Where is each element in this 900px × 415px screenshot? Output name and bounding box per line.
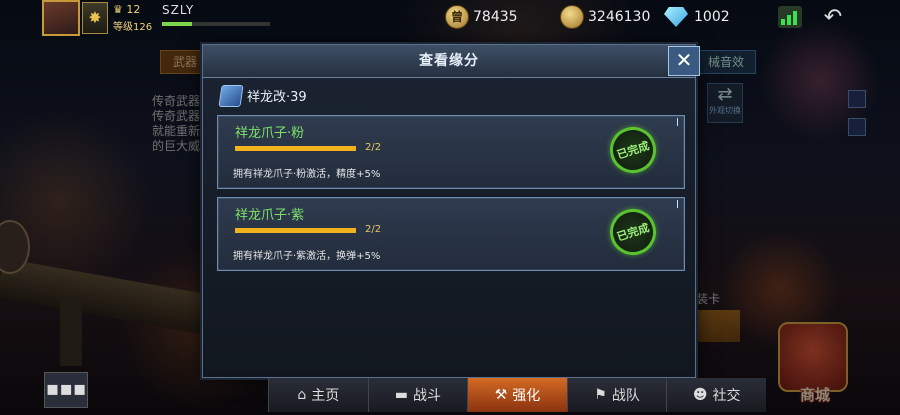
home-icon: ⌂ xyxy=(297,387,307,403)
nav-home[interactable]: ⌂ 主页 xyxy=(268,378,368,412)
dialog-title: 查看缘分 xyxy=(419,53,479,69)
back-arrow-icon[interactable]: ↶ xyxy=(818,4,848,32)
card-corner xyxy=(677,118,682,126)
completed-stamp: 已完成 xyxy=(604,121,662,179)
rank-badge-icon: ✸ xyxy=(82,2,108,34)
flag-icon: ⚑ xyxy=(594,387,607,403)
card-corner xyxy=(677,200,682,208)
nav-label: 强化 xyxy=(512,388,541,404)
nav-battle[interactable]: ▬ 战斗 xyxy=(367,378,468,412)
points-counter[interactable]: 曾 78435 xyxy=(445,5,518,29)
bottom-nav: ⌂ 主页 ▬ 战斗 ⚒ 强化 ⚑ 战队 ☻ 社交 xyxy=(268,378,766,412)
nav-label: 战斗 xyxy=(413,388,441,404)
gold-counter[interactable]: 3246130 xyxy=(560,5,650,29)
signal-icon xyxy=(778,6,802,28)
card-name: 祥龙爪子·粉 xyxy=(235,126,305,141)
nav-upgrade[interactable]: ⚒ 强化 xyxy=(467,378,567,412)
status-text: 已完成 xyxy=(615,139,651,162)
nav-label: 社交 xyxy=(712,388,741,404)
fate-card: 祥龙爪子·紫 2/2 拥有祥龙爪子·紫激活，换弹+5% 已完成 xyxy=(217,197,685,271)
points-value: 78435 xyxy=(473,9,518,25)
fate-dialog: 查看缘分 ✕ 祥龙改·39 祥龙爪子·粉 2/2 拥有祥龙爪子·粉激活，精度+5… xyxy=(202,44,700,378)
nav-team[interactable]: ⚑ 战队 xyxy=(566,378,667,412)
top-bar: ✸ ♛ 12 等级126 SZLY 曾 78435 3246130 1002 ↶ xyxy=(0,0,900,38)
people-icon: ☻ xyxy=(692,387,708,403)
diamond-counter[interactable]: 1002 xyxy=(664,5,730,29)
nav-label: 战队 xyxy=(611,388,640,404)
player-level: ♛ 12 xyxy=(113,3,141,16)
fate-card: 祥龙爪子·粉 2/2 拥有祥龙爪子·粉激活，精度+5% 已完成 xyxy=(217,115,685,189)
card-effect: 拥有祥龙爪子·紫激活，换弹+5% xyxy=(233,251,381,262)
hammer-icon: ⚒ xyxy=(494,387,508,403)
card-effect: 拥有祥龙爪子·粉激活，精度+5% xyxy=(233,169,381,180)
dialog-header: 查看缘分 ✕ xyxy=(203,45,700,78)
level-label: 等级126 xyxy=(113,22,153,33)
coin-icon: 曾 xyxy=(445,5,469,29)
close-button[interactable]: ✕ xyxy=(668,46,700,76)
completed-stamp: 已完成 xyxy=(604,203,662,261)
nav-social[interactable]: ☻ 社交 xyxy=(666,378,766,412)
nav-label: 主页 xyxy=(311,388,340,404)
weapon-name: 祥龙改·39 xyxy=(247,90,307,105)
card-name: 祥龙爪子·紫 xyxy=(235,208,305,223)
status-text: 已完成 xyxy=(615,221,651,244)
diamond-value: 1002 xyxy=(694,9,730,25)
chat-button[interactable]: ▪▪▪ xyxy=(44,372,88,408)
progress-bar xyxy=(235,228,356,233)
gold-value: 3246130 xyxy=(588,9,651,25)
gun-icon: ▬ xyxy=(394,387,408,403)
diamond-icon xyxy=(664,7,688,27)
level-value: 12 xyxy=(126,3,141,16)
progress-text: 2/2 xyxy=(365,142,382,153)
gold-coin-icon xyxy=(560,5,584,29)
xp-bar xyxy=(162,22,270,26)
player-avatar[interactable] xyxy=(42,0,80,36)
progress-bar xyxy=(235,146,356,151)
chat-icon: ▪▪▪ xyxy=(45,376,87,400)
weapon-icon xyxy=(218,85,244,107)
player-name: SZLY xyxy=(162,3,195,17)
progress-text: 2/2 xyxy=(365,224,382,235)
